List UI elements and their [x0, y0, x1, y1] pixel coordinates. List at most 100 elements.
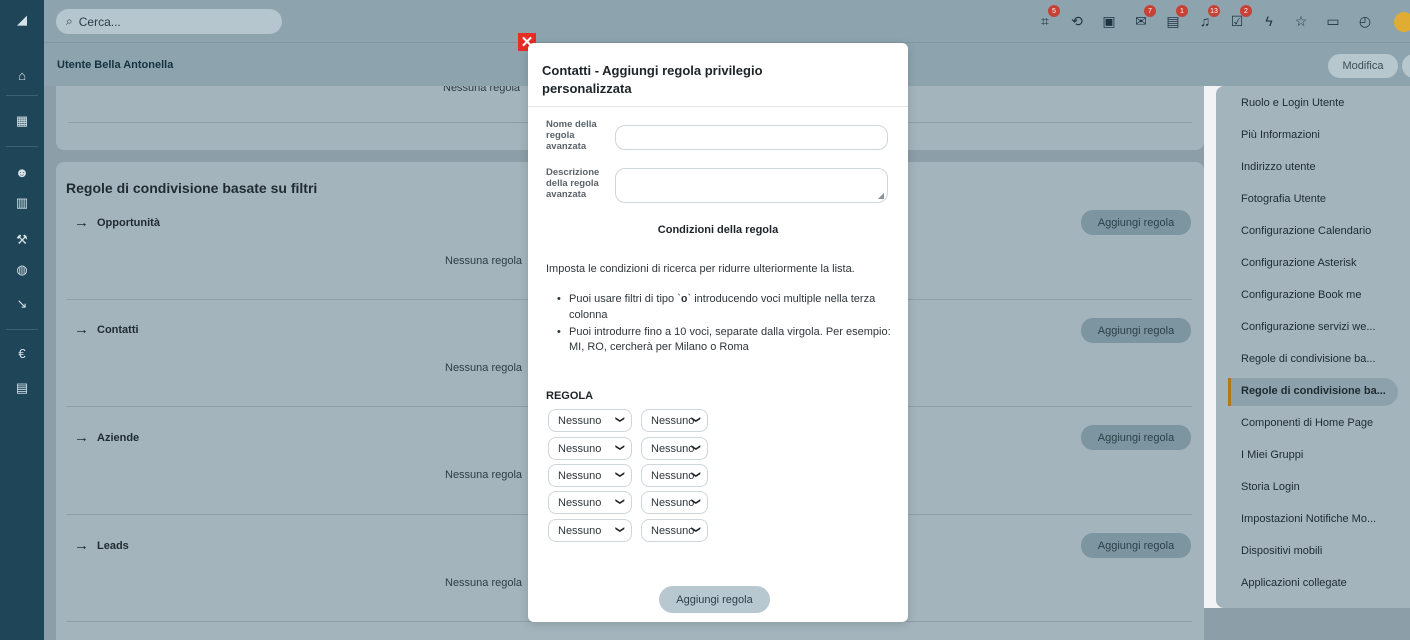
conditions-heading: Condizioni della regola [657, 224, 779, 236]
bell-icon[interactable]: ♫ 13 [1196, 5, 1220, 30]
nav-item[interactable]: Più Informazioni [1241, 129, 1320, 141]
rule-field-select[interactable]: Nessuno ❯ [548, 437, 632, 460]
avatar[interactable] [1394, 12, 1410, 32]
flash-icon[interactable]: ϟ [1260, 12, 1278, 30]
nav-item[interactable]: Configurazione Asterisk [1241, 257, 1357, 269]
chevron-down-icon: ❯ [615, 497, 626, 506]
rule-row-opportunita[interactable]: → Opportunità [74, 214, 160, 231]
rule-row-contatti[interactable]: → Contatti [74, 321, 139, 338]
nav-item[interactable]: Configurazione Calendario [1241, 225, 1371, 237]
rule-operator-select[interactable]: Nessuno ❯ [641, 491, 708, 514]
select-value: Nessuno [651, 469, 695, 482]
empty-rule-text: Nessuna regola [445, 469, 523, 481]
arrow-right-icon: → [74, 537, 89, 554]
rule-operator-select[interactable]: Nessuno ❯ [641, 437, 708, 460]
active-item-indicator [1228, 378, 1231, 406]
chevron-down-icon: ❯ [691, 415, 702, 424]
rule-row-leads[interactable]: → Leads [74, 537, 129, 554]
toolbar-glyph: ⟲ [1071, 12, 1083, 29]
logo-icon[interactable]: ◢ [0, 8, 44, 32]
chevron-down-icon: ❯ [615, 443, 626, 452]
building-icon[interactable]: ▥ [0, 191, 44, 215]
timer-icon[interactable]: ◴ [1356, 12, 1374, 30]
rule-field-select[interactable]: Nessuno ❯ [548, 491, 632, 514]
arrow-right-icon: → [74, 214, 89, 231]
nav-item[interactable]: Dispositivi mobili [1241, 545, 1322, 557]
task-icon[interactable]: ☑ 2 [1228, 5, 1252, 30]
empty-rule-text: Nessuna regola [445, 362, 523, 374]
notification-badge: 13 [1208, 5, 1220, 17]
users-icon[interactable]: ☻ [0, 160, 44, 184]
nav-item[interactable]: Configurazione Book me [1241, 289, 1361, 301]
resize-handle-icon[interactable]: ◢ [878, 191, 884, 200]
add-rule-button[interactable]: Aggiungi regola [1081, 318, 1191, 343]
hint-code: o [680, 294, 688, 306]
edit-button[interactable]: Modifica [1328, 54, 1398, 78]
mail-icon[interactable]: ✉ 7 [1132, 5, 1156, 30]
rule-description-textarea[interactable]: ◢ [615, 168, 888, 203]
grid-icon[interactable]: ▦ [0, 109, 44, 133]
euro-icon[interactable]: € [0, 341, 44, 365]
notification-badge: 1 [1176, 5, 1188, 17]
conditions-intro: Imposta le condizioni di ricerca per rid… [546, 263, 855, 275]
nav-item-active[interactable]: Regole di condivisione ba... [1241, 385, 1386, 397]
empty-rule-text: Nessuna regola [443, 86, 521, 94]
page-title: Utente Bella Antonella [57, 59, 174, 71]
wrench-icon[interactable]: ↘ [0, 292, 44, 316]
rule-description-label: Descrizione della regola avanzata [546, 167, 600, 200]
rail-divider [6, 329, 38, 330]
add-rule-button[interactable]: Aggiungi regola [1081, 533, 1191, 558]
calendar-icon[interactable]: ▣ [1100, 12, 1118, 30]
rail-divider [6, 95, 38, 96]
history-icon[interactable]: ⟲ [1068, 12, 1086, 30]
left-rail: ◢ ⌂ ▦ ☻ ▥ ⚒ ◍ ↘ € ▤ [0, 0, 44, 640]
document-icon[interactable]: ▭ [1324, 12, 1342, 30]
select-value: Nessuno [651, 442, 695, 455]
star-icon[interactable]: ☆ [1292, 12, 1310, 30]
nav-item[interactable]: Configurazione servizi we... [1241, 321, 1376, 333]
toolbar-glyph: ◴ [1358, 12, 1372, 29]
toolbar-glyph: ϟ [1265, 13, 1273, 29]
rule-operator-select[interactable]: Nessuno ❯ [641, 409, 708, 432]
notification-badge: 5 [1048, 5, 1060, 17]
nav-item[interactable]: Storia Login [1241, 481, 1300, 493]
chevron-down-icon: ❯ [691, 470, 702, 479]
nav-item[interactable]: Indirizzo utente [1241, 161, 1316, 173]
nav-item[interactable]: Fotografia Utente [1241, 193, 1326, 205]
add-rule-button[interactable]: Aggiungi regola [1081, 425, 1191, 450]
chevron-down-icon: ❯ [691, 443, 702, 452]
nav-item[interactable]: Applicazioni collegate [1241, 577, 1347, 589]
rule-operator-select[interactable]: Nessuno ❯ [641, 464, 708, 487]
add-rule-dialog: Contatti - Aggiungi regola privilegio pe… [528, 43, 908, 622]
rule-operator-select[interactable]: Nessuno ❯ [641, 519, 708, 542]
hierarchy-icon[interactable]: ⌗ 5 [1036, 5, 1060, 30]
panel-footer-area [1204, 608, 1410, 640]
rule-field-select[interactable]: Nessuno ❯ [548, 464, 632, 487]
search-input[interactable]: ⌕ Cerca... [56, 9, 282, 34]
nav-item[interactable]: I Miei Gruppi [1241, 449, 1303, 461]
chevron-down-icon: ❯ [691, 497, 702, 506]
select-value: Nessuno [558, 442, 602, 455]
nav-item[interactable]: Componenti di Home Page [1241, 417, 1373, 429]
add-rule-submit-button[interactable]: Aggiungi regola [659, 586, 770, 613]
globe-icon[interactable]: ◍ [0, 258, 44, 282]
gavel-icon[interactable]: ⚒ [0, 228, 44, 252]
nav-item[interactable]: Ruolo e Login Utente [1241, 97, 1344, 109]
rule-field-select[interactable]: Nessuno ❯ [548, 409, 632, 432]
rule-row-label: Leads [97, 539, 129, 552]
receipt-icon[interactable]: ▤ [0, 376, 44, 400]
rule-name-input[interactable] [615, 125, 888, 150]
toolbar-glyph: ♫ [1199, 13, 1211, 29]
nav-item[interactable]: Regole di condivisione ba... [1241, 353, 1376, 365]
home-icon[interactable]: ⌂ [0, 63, 44, 87]
rule-field-select[interactable]: Nessuno ❯ [548, 519, 632, 542]
arrow-right-icon: → [74, 321, 89, 338]
chat-icon[interactable]: ▤ 1 [1164, 5, 1188, 30]
more-button[interactable] [1402, 54, 1410, 78]
nav-item[interactable]: Impostazioni Notifiche Mo... [1241, 513, 1376, 525]
rule-row-aziende[interactable]: → Aziende [74, 429, 139, 446]
chevron-down-icon: ❯ [615, 415, 626, 424]
add-rule-button[interactable]: Aggiungi regola [1081, 210, 1191, 235]
hint-text: Puoi usare filtri di tipo ` [569, 293, 681, 305]
settings-nav: Ruolo e Login Utente Più Informazioni In… [1216, 86, 1410, 608]
